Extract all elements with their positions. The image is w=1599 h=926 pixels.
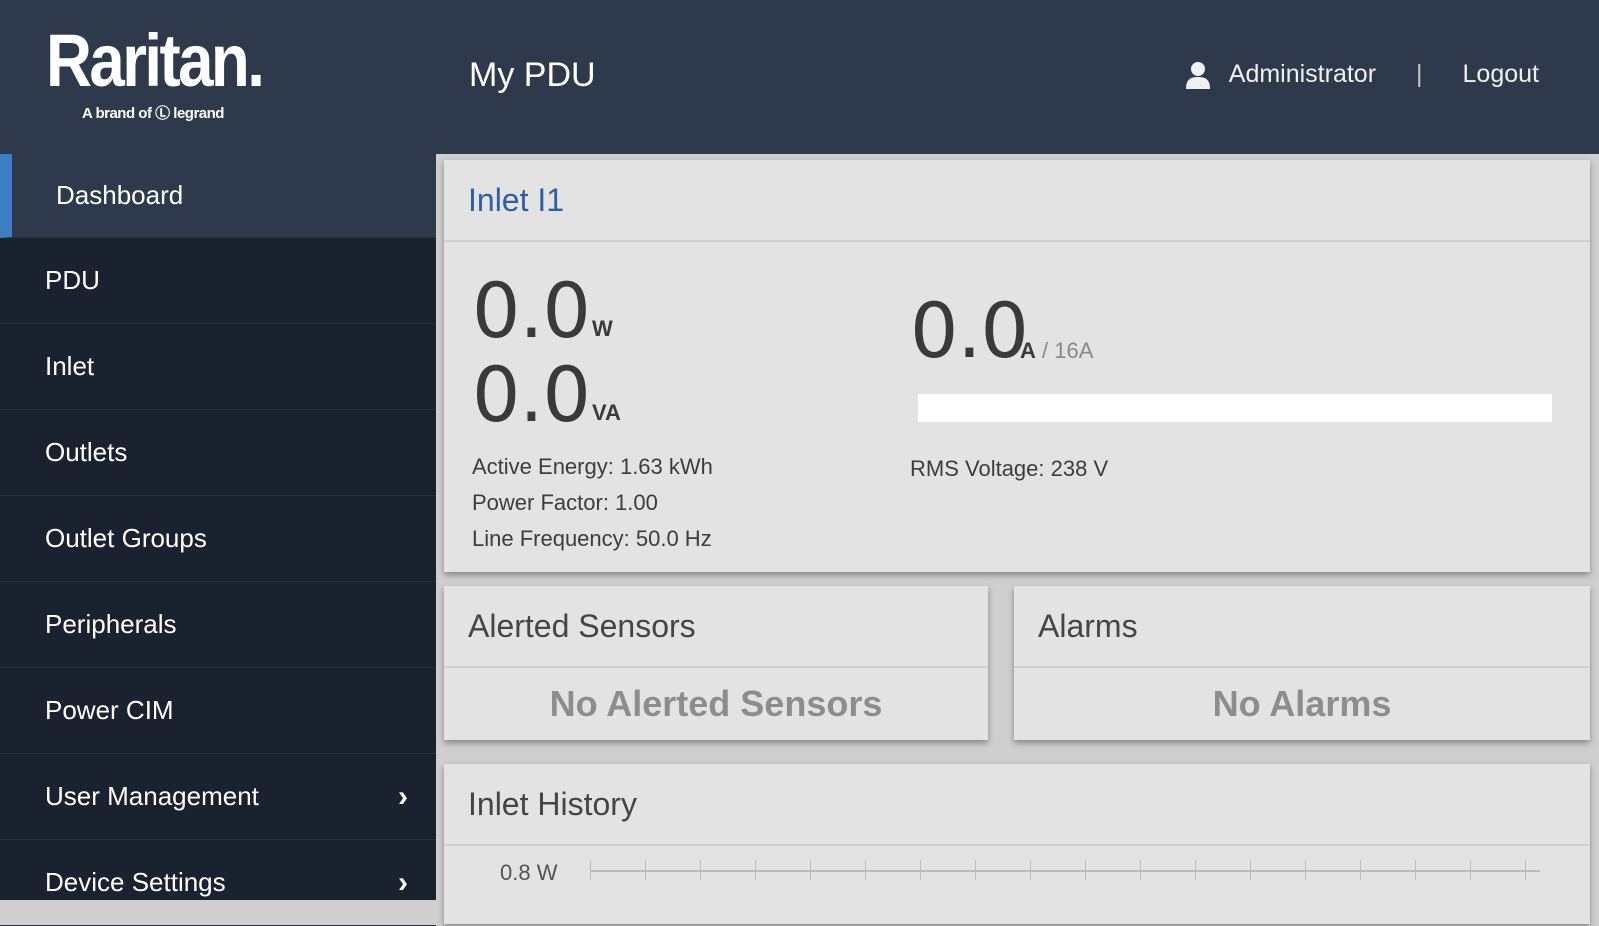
sidebar-item-dashboard[interactable]: Dashboard xyxy=(0,154,436,238)
sidebar-nav: Dashboard PDU Inlet Outlets Outlet Group… xyxy=(0,154,436,926)
sidebar-item-outlet-groups[interactable]: Outlet Groups xyxy=(0,496,436,582)
alarms-panel: Alarms No Alarms xyxy=(1014,586,1590,740)
sidebar-item-label: Dashboard xyxy=(56,180,184,210)
raritan-logo[interactable]: Raritan. A brand of Ⓛ legrand xyxy=(46,19,298,123)
sidebar-item-user-management[interactable]: User Management › xyxy=(0,754,436,840)
top-header: Raritan. A brand of Ⓛ legrand My PDU Adm… xyxy=(0,0,1599,154)
logo-wordmark: Raritan. xyxy=(46,19,265,102)
alerted-sensors-title: Alerted Sensors xyxy=(468,607,696,644)
history-tick xyxy=(1360,860,1361,880)
alarms-header: Alarms xyxy=(1014,586,1590,668)
sidebar-item-label: Inlet xyxy=(45,351,95,381)
history-tick xyxy=(1470,860,1471,880)
alerted-sensors-panel: Alerted Sensors No Alerted Sensors xyxy=(444,586,988,740)
user-area: Administrator | Logout xyxy=(1185,60,1539,89)
history-y-axis-label: 0.8 W xyxy=(500,860,558,885)
history-tick xyxy=(645,860,646,880)
history-gridline xyxy=(590,870,1540,872)
sidebar-item-label: User Management xyxy=(45,781,259,811)
history-tick xyxy=(920,860,921,880)
history-tick xyxy=(1525,860,1526,880)
inlet-history-panel: Inlet History 0.8 W xyxy=(444,764,1590,924)
current-usage-bar xyxy=(918,394,1552,422)
inlet-panel-header: Inlet I1 xyxy=(444,160,1590,242)
logout-link[interactable]: Logout xyxy=(1463,60,1539,89)
history-tick xyxy=(1085,860,1086,880)
sidebar-item-label: Peripherals xyxy=(45,609,177,639)
inlet-history-title: Inlet History xyxy=(468,785,637,822)
history-tick xyxy=(1140,860,1141,880)
history-tick xyxy=(1250,860,1251,880)
history-tick xyxy=(1305,860,1306,880)
no-alarms-message: No Alarms xyxy=(1212,683,1392,724)
user-icon xyxy=(1185,61,1210,89)
history-tick xyxy=(700,860,701,880)
history-tick xyxy=(1030,860,1031,880)
active-power-value: 0.0 xyxy=(472,266,591,355)
current-unit: A / 16A xyxy=(1020,338,1093,364)
apparent-power-unit: VA xyxy=(592,400,621,425)
history-tick xyxy=(755,860,756,880)
chevron-right-icon: › xyxy=(398,779,408,813)
sidebar-item-outlets[interactable]: Outlets xyxy=(0,410,436,496)
inlet-panel: Inlet I1 0.0 W 0.0 VA Active Energy: 1.6… xyxy=(444,160,1590,572)
sidebar-item-label: Device Settings xyxy=(45,867,226,897)
sidebar-item-label: Outlets xyxy=(45,437,128,467)
no-alerted-sensors-message: No Alerted Sensors xyxy=(549,683,883,724)
user-name-link[interactable]: Administrator xyxy=(1229,60,1376,89)
inlet-title-link[interactable]: Inlet I1 xyxy=(468,182,564,219)
sidebar-item-pdu[interactable]: PDU xyxy=(0,238,436,324)
history-tick xyxy=(975,860,976,880)
active-power-unit: W xyxy=(592,316,613,341)
sidebar-item-label: Power CIM xyxy=(45,695,174,725)
sidebar-item-label: Outlet Groups xyxy=(45,523,207,553)
alarms-title: Alarms xyxy=(1038,607,1138,644)
inlet-history-header: Inlet History xyxy=(444,764,1590,846)
sidebar-item-device-settings[interactable]: Device Settings › xyxy=(0,840,436,926)
chevron-right-icon: › xyxy=(398,865,408,899)
history-tick xyxy=(590,860,591,880)
header-separator: | xyxy=(1416,60,1423,88)
sidebar-item-inlet[interactable]: Inlet xyxy=(0,324,436,410)
current-max-label: / 16A xyxy=(1035,338,1094,363)
sidebar-item-peripherals[interactable]: Peripherals xyxy=(0,582,436,668)
history-tick xyxy=(810,860,811,880)
sidebar-item-label: PDU xyxy=(45,265,100,295)
history-tick xyxy=(1415,860,1416,880)
logo-tagline: A brand of Ⓛ legrand xyxy=(82,105,224,122)
page-title: My PDU xyxy=(469,56,596,94)
sidebar-item-power-cim[interactable]: Power CIM xyxy=(0,668,436,754)
current-unit-label: A xyxy=(1020,338,1036,363)
rms-voltage-text: RMS Voltage: 238 V xyxy=(910,456,1109,481)
apparent-power-value: 0.0 xyxy=(472,350,591,439)
main-content: Inlet I1 0.0 W 0.0 VA Active Energy: 1.6… xyxy=(436,154,1599,924)
alerted-sensors-header: Alerted Sensors xyxy=(444,586,988,668)
active-energy-text: Active Energy: 1.63 kWh xyxy=(472,454,713,479)
current-value: 0.0 xyxy=(910,286,1029,375)
history-tick xyxy=(865,860,866,880)
history-tick xyxy=(1195,860,1196,880)
line-frequency-text: Line Frequency: 50.0 Hz xyxy=(472,526,712,551)
power-factor-text: Power Factor: 1.00 xyxy=(472,490,658,515)
